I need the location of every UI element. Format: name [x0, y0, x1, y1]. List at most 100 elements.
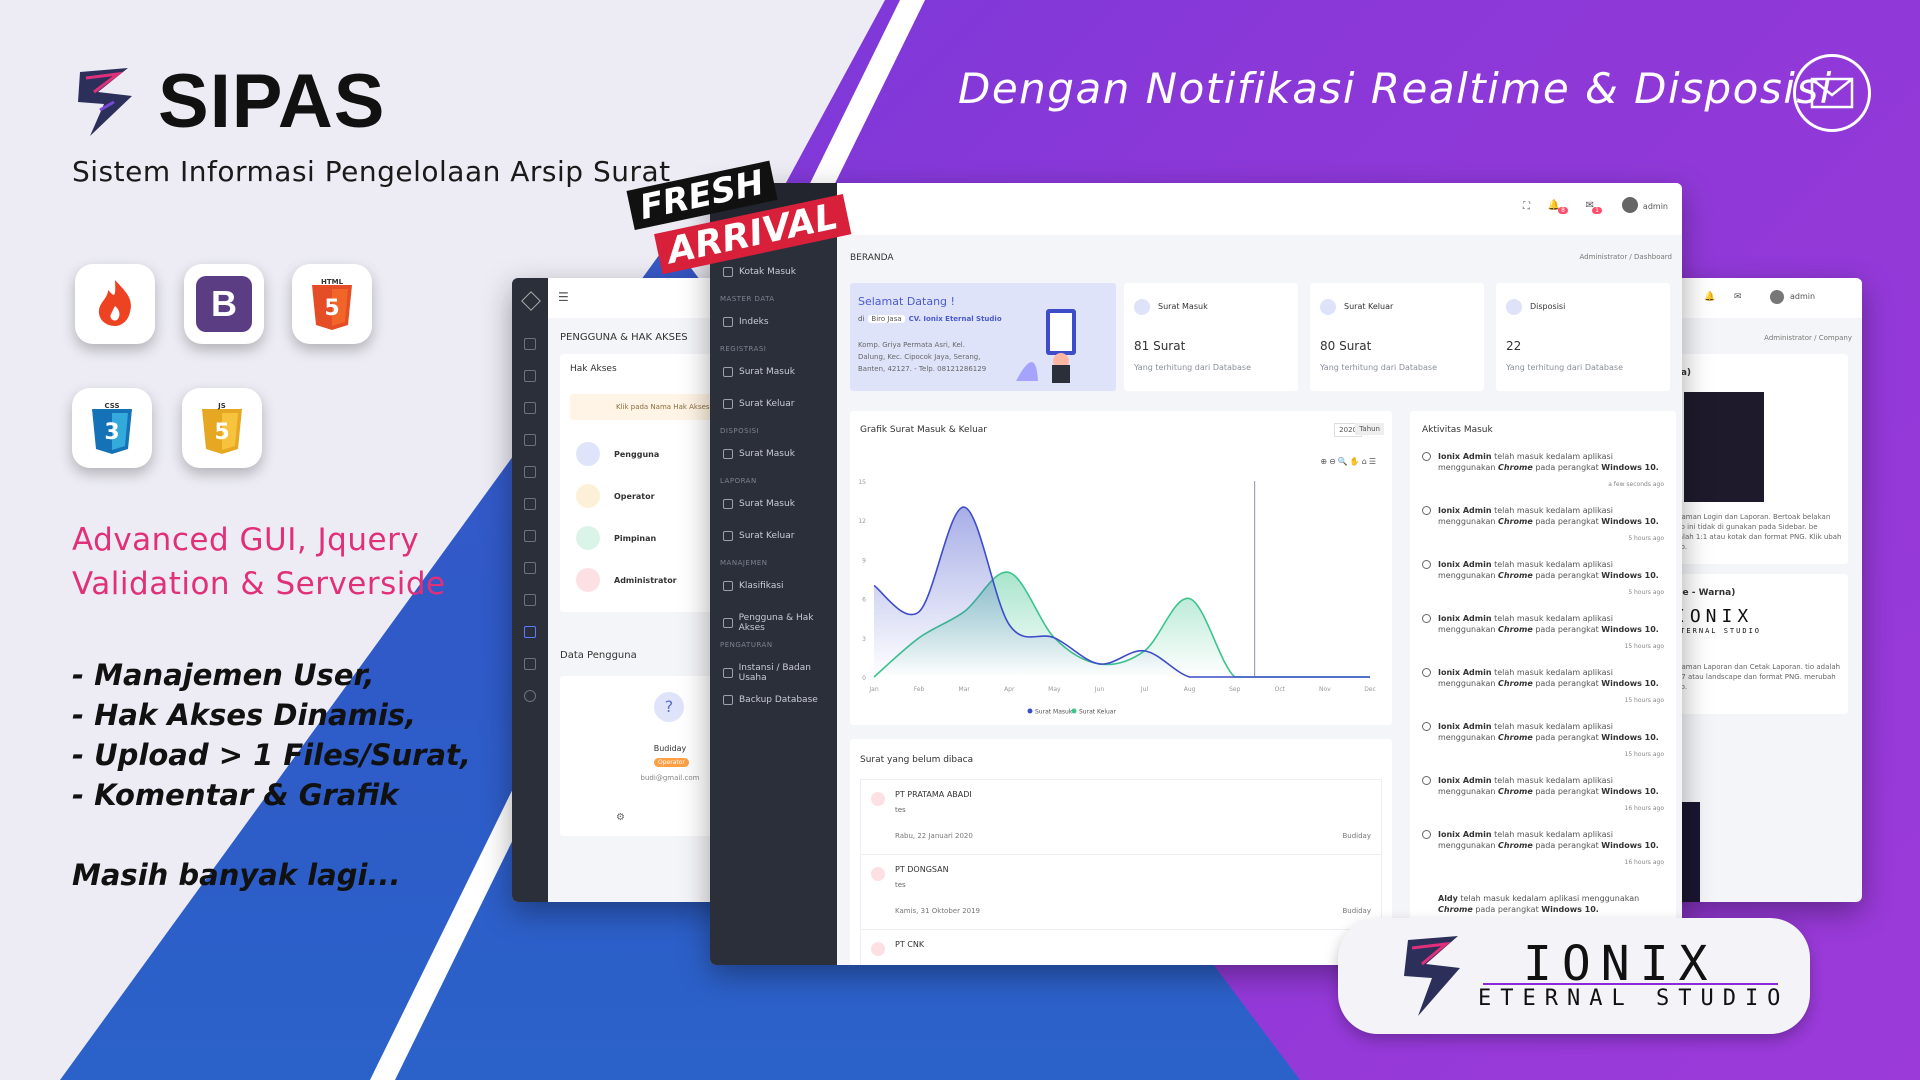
- x-tick-label: Apr: [1004, 686, 1015, 693]
- sidebar-section-header: MASTER DATA: [720, 295, 775, 303]
- unread-company: PT CNK: [895, 940, 925, 949]
- layers-icon[interactable]: [524, 594, 536, 606]
- report-out-icon[interactable]: [524, 562, 536, 574]
- javascript-icon: JS 5: [182, 388, 262, 468]
- unread-item[interactable]: PT DONGSAN tes Kamis, 31 Oktober 2019 Budid…: [860, 854, 1382, 929]
- sidebar-item[interactable]: Backup Database: [723, 695, 818, 705]
- unread-subject: tes: [895, 881, 906, 889]
- unread-date: Rabu, 22 Januari 2020: [895, 832, 973, 840]
- logo-preview[interactable]: [1684, 392, 1764, 502]
- settings-icon[interactable]: [524, 658, 536, 670]
- activity-item: Ionix Admin telah masuk kedalam aplikasi…: [1422, 829, 1664, 868]
- fullscreen-icon[interactable]: ⛶: [1523, 201, 1530, 212]
- brand-preview[interactable]: IONIX ETERNAL STUDIO: [1674, 606, 1774, 646]
- svg-text:HTML: HTML: [321, 278, 344, 286]
- activity-dot-icon: [1422, 830, 1431, 839]
- html5-icon: HTML 5: [292, 264, 372, 344]
- brand-logo: SIPAS: [70, 58, 385, 145]
- sidebar-item-label: Surat Masuk: [739, 499, 795, 509]
- x-tick-label: May: [1048, 686, 1061, 693]
- right-topbar: 🔔 ✉ admin: [1668, 278, 1862, 318]
- activity-time: 5 hours ago: [1628, 535, 1664, 542]
- legend-marker: [1071, 708, 1077, 714]
- brand-description: Halaman Laporan dan Cetak Laporan. tio a…: [1670, 663, 1841, 691]
- activity-dot-icon: [1422, 506, 1431, 515]
- stat-card-surat-masuk[interactable]: Surat Masuk 81 Surat Yang terhitung dari…: [1124, 283, 1298, 391]
- user-menu[interactable]: admin: [1643, 202, 1668, 211]
- sidebar-item[interactable]: Surat Keluar: [723, 531, 794, 541]
- unread-subject: tes: [895, 806, 906, 814]
- legend-label: Surat Masuk: [1035, 709, 1073, 716]
- activity-item: Ionix Admin telah masuk kedalam aplikasi…: [1422, 775, 1664, 814]
- mail-in-icon[interactable]: [524, 434, 536, 446]
- y-tick-label: 15: [858, 479, 866, 486]
- brand-name: SIPAS: [158, 59, 386, 144]
- users-icon[interactable]: [524, 626, 536, 638]
- sidebar-item[interactable]: Surat Masuk: [723, 449, 795, 459]
- bullet-item: - Upload > 1 Files/Surat,: [72, 738, 471, 772]
- menu-toggle-icon[interactable]: ☰: [558, 290, 569, 304]
- y-tick-label: 3: [862, 636, 866, 643]
- unread-user: Budiday: [1342, 907, 1371, 915]
- unread-item[interactable]: PT CNK: [860, 929, 1382, 965]
- brand-card: ape - Warna) IONIX ETERNAL STUDIO Halama…: [1668, 574, 1848, 714]
- period-button[interactable]: Tahun: [1355, 423, 1384, 435]
- settings-icon[interactable]: ⚙: [616, 812, 625, 823]
- inbox-icon[interactable]: [524, 370, 536, 382]
- sipas-logo-icon: [78, 67, 132, 136]
- sidebar-item[interactable]: Pengguna & Hak Akses: [723, 613, 837, 633]
- role-item[interactable]: Pimpinan: [576, 526, 656, 550]
- sidebar-item[interactable]: Surat Masuk: [723, 367, 795, 377]
- user-menu[interactable]: admin: [1790, 292, 1815, 301]
- list-icon[interactable]: [524, 402, 536, 414]
- data-title: Data Pengguna: [560, 650, 637, 661]
- logo-card: rna) Halaman Login dan Laporan. Bertoak …: [1668, 354, 1848, 564]
- envelope-icon[interactable]: ✉: [1734, 292, 1742, 302]
- mail-icon: [871, 867, 885, 881]
- logo-icon: [521, 291, 541, 311]
- feature-text: Advanced GUI, Jquery Validation & Server…: [72, 518, 446, 606]
- bullet-item: - Manajemen User,: [72, 658, 375, 692]
- sidebar-item[interactable]: Surat Masuk: [723, 499, 795, 509]
- x-tick-label: Feb: [914, 686, 925, 693]
- avatar[interactable]: [1770, 290, 1784, 304]
- sidebar-item[interactable]: Surat Keluar: [723, 399, 794, 409]
- x-tick-label: Sep: [1229, 686, 1241, 693]
- mail-out-icon: [1320, 299, 1336, 315]
- x-tick-label: Jan: [868, 686, 878, 693]
- chart-toolbar[interactable]: ⊕⊖🔍✋⌂☰: [1320, 457, 1378, 466]
- breadcrumb: Administrator / Company: [1764, 334, 1852, 342]
- activity-time: 16 hours ago: [1624, 859, 1664, 866]
- report-icon[interactable]: [524, 530, 536, 542]
- role-item[interactable]: Operator: [576, 484, 655, 508]
- activity-item: Ionix Admin telah masuk kedalam aplikasi…: [1422, 505, 1664, 544]
- bullet-item: - Hak Akses Dinamis,: [72, 698, 417, 732]
- y-tick-label: 12: [858, 518, 866, 525]
- disposition-icon[interactable]: [524, 498, 536, 510]
- role-item[interactable]: Administrator: [576, 568, 677, 592]
- sidebar-item[interactable]: Indeks: [723, 317, 769, 327]
- topbar: ⛶ 🔔 8 ✉ 1 admin: [837, 183, 1682, 235]
- brand-subtitle: Sistem Informasi Pengelolaan Arsip Surat: [72, 155, 671, 188]
- activity-time: 15 hours ago: [1624, 751, 1664, 758]
- unread-list: PT PRATAMA ABADI tes Rabu, 22 Januari 2020…: [860, 779, 1382, 965]
- sidebar-item-label: Surat Keluar: [739, 531, 795, 541]
- sidebar-item[interactable]: Klasifikasi: [723, 581, 784, 591]
- avatar[interactable]: [1622, 197, 1638, 213]
- sidebar-section-header: PENGATURAN: [720, 641, 773, 649]
- role-item[interactable]: Pengguna: [576, 442, 659, 466]
- mail-out-icon[interactable]: [524, 466, 536, 478]
- dashboard-icon[interactable]: [524, 338, 536, 350]
- stat-card-disposisi[interactable]: Disposisi 22 Yang terhitung dari Databas…: [1496, 283, 1670, 391]
- sidebar-section-header: MANAJEMEN: [720, 559, 768, 567]
- activity-time: 5 hours ago: [1628, 589, 1664, 596]
- screen-company: 🔔 ✉ admin Administrator / Company rna) H…: [1668, 278, 1862, 902]
- stat-card-surat-keluar[interactable]: Surat Keluar 80 Surat Yang terhitung dar…: [1310, 283, 1484, 391]
- bell-icon[interactable]: 🔔: [1704, 292, 1715, 302]
- unread-item[interactable]: PT PRATAMA ABADI tes Rabu, 22 Januari 2020…: [860, 779, 1382, 854]
- unread-company: PT DONGSAN: [895, 865, 949, 874]
- sidebar-section-header: DISPOSISI: [720, 427, 760, 435]
- sidebar-item[interactable]: Instansi / Badan Usaha: [723, 663, 837, 683]
- sidebar-item-icon: [723, 695, 733, 705]
- backup-icon[interactable]: [524, 690, 536, 702]
